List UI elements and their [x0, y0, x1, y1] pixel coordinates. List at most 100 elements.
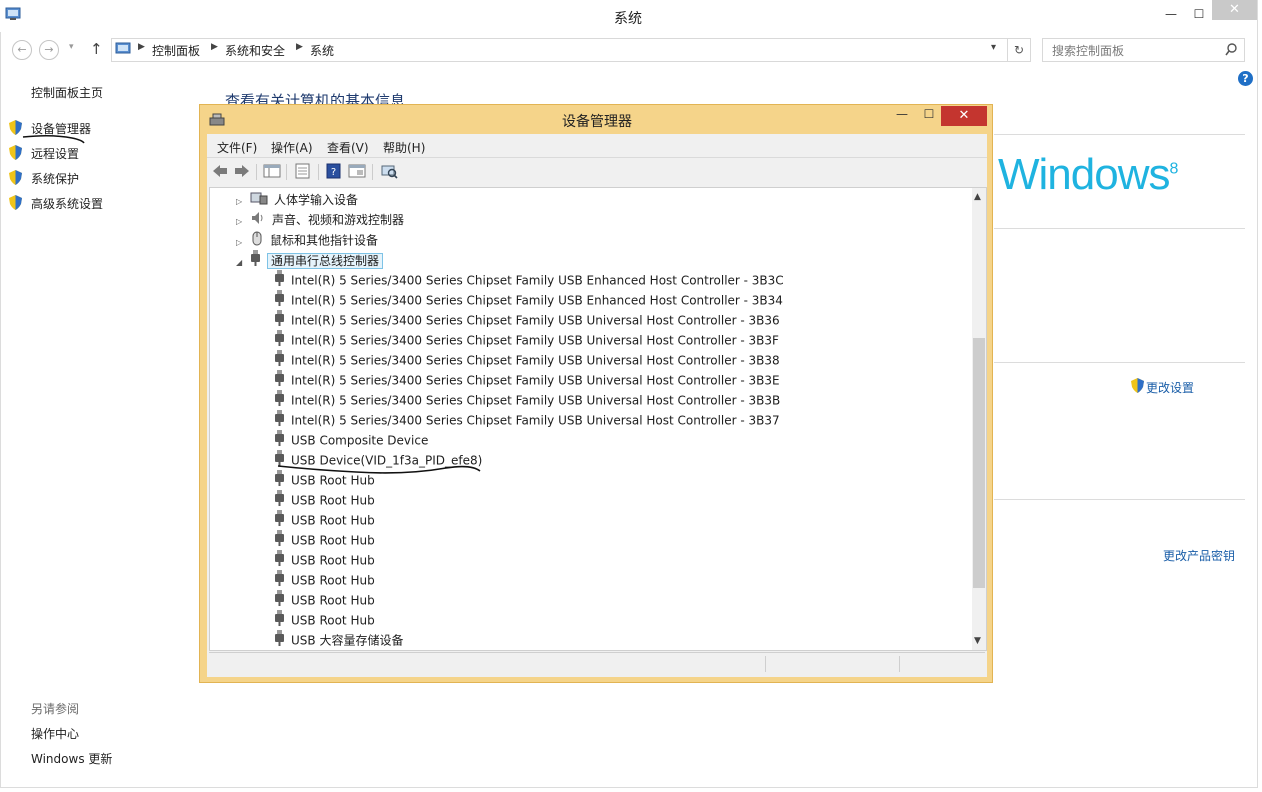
menu-file[interactable]: 文件(F)	[217, 139, 257, 156]
scrollbar-thumb[interactable]	[973, 338, 985, 588]
breadcrumb-control-panel[interactable]: 控制面板	[152, 42, 200, 59]
dm-minimize-button[interactable]: —	[890, 107, 914, 125]
vertical-scrollbar[interactable]: ▲ ▼	[972, 188, 986, 650]
device-label: USB Composite Device	[291, 433, 429, 448]
category-label: 通用串行总线控制器	[267, 252, 384, 269]
search-input[interactable]: 搜索控制面板	[1042, 38, 1245, 62]
device-tree[interactable]: ▲ ▼ ▷ 人体学输入设备 ▷ 声音、视频和游戏控制器 ▷ 鼠标和其他指针设备 ◢ 通用串行总…	[209, 187, 987, 651]
windows-update-link[interactable]: Windows 更新	[31, 750, 112, 767]
maximize-button[interactable]: ☐	[1185, 4, 1213, 24]
divider	[207, 157, 987, 158]
menu-help[interactable]: 帮助(H)	[383, 139, 425, 156]
device-label: USB Root Hub	[291, 573, 375, 588]
divider	[994, 362, 1245, 363]
up-button[interactable]: ↑	[90, 40, 103, 58]
address-bar[interactable]: ▶ 控制面板 ▶ 系统和安全 ▶ 系统 ▾	[111, 38, 1008, 62]
toolbar-separator	[286, 164, 287, 180]
back-arrow-icon[interactable]	[211, 163, 229, 179]
tree-device[interactable]: USB 大容量存储设备	[274, 630, 403, 650]
sidebar-item-remote-settings[interactable]: 远程设置	[31, 145, 79, 162]
show-hide-tree-icon[interactable]	[263, 163, 281, 179]
tree-category[interactable]: ▷ 人体学输入设备	[236, 190, 358, 210]
tree-device[interactable]: USB Root Hub	[274, 610, 375, 630]
close-button[interactable]: ✕	[1212, 0, 1257, 20]
toolbar-separator	[318, 164, 319, 180]
tree-device[interactable]: Intel(R) 5 Series/3400 Series Chipset Fa…	[274, 290, 783, 310]
toolbar-separator	[372, 164, 373, 180]
usb-device-icon	[274, 290, 285, 312]
menu-view[interactable]: 查看(V)	[327, 139, 369, 156]
category-label: 人体学输入设备	[274, 193, 359, 207]
windows-logo-version: 8	[1169, 160, 1179, 178]
category-label: 鼠标和其他指针设备	[270, 233, 379, 248]
title-bar[interactable]: 系统 — ☐ ✕	[0, 0, 1257, 32]
tree-device[interactable]: USB Root Hub	[274, 510, 375, 530]
device-label: Intel(R) 5 Series/3400 Series Chipset Fa…	[291, 333, 779, 348]
sidebar-item-system-protection[interactable]: 系统保护	[31, 170, 79, 187]
scroll-up-arrow[interactable]: ▲	[974, 192, 981, 202]
tree-device[interactable]: USB Root Hub	[274, 590, 375, 610]
search-icon[interactable]	[1225, 43, 1238, 56]
tree-device[interactable]: Intel(R) 5 Series/3400 Series Chipset Fa…	[274, 410, 780, 430]
device-label: USB Root Hub	[291, 553, 375, 568]
windows-8-logo: Windows8	[998, 150, 1179, 200]
help-icon[interactable]: ?	[1238, 71, 1253, 86]
sidebar-item-advanced-settings[interactable]: 高级系统设置	[31, 195, 103, 212]
scroll-down-arrow[interactable]: ▼	[974, 636, 981, 646]
tree-device[interactable]: USB Root Hub	[274, 570, 375, 590]
expand-arrow-icon[interactable]: ▷	[236, 212, 250, 232]
breadcrumb-system[interactable]: 系统	[310, 42, 334, 59]
dm-maximize-button[interactable]: ☐	[917, 107, 941, 125]
tree-device[interactable]: USB Root Hub	[274, 490, 375, 510]
usb-device-icon	[274, 630, 285, 650]
tree-device[interactable]: Intel(R) 5 Series/3400 Series Chipset Fa…	[274, 330, 779, 350]
usb-device-icon	[274, 370, 285, 392]
tree-device[interactable]: USB Composite Device	[274, 430, 428, 450]
usb-device-icon	[274, 410, 285, 432]
breadcrumb-system-security[interactable]: 系统和安全	[225, 42, 285, 59]
tree-device[interactable]: Intel(R) 5 Series/3400 Series Chipset Fa…	[274, 310, 780, 330]
tree-device[interactable]: Intel(R) 5 Series/3400 Series Chipset Fa…	[274, 390, 780, 410]
mouse-icon	[250, 230, 264, 252]
control-panel-icon	[115, 42, 131, 54]
forward-arrow-icon[interactable]	[233, 163, 251, 179]
view-icon[interactable]	[348, 163, 366, 179]
recent-pages-dropdown[interactable]: ▾	[69, 42, 74, 52]
expand-arrow-icon[interactable]: ▷	[236, 192, 250, 212]
usb-icon	[250, 250, 261, 272]
tree-device[interactable]: Intel(R) 5 Series/3400 Series Chipset Fa…	[274, 370, 780, 390]
change-settings-link[interactable]: 更改设置	[1146, 379, 1194, 396]
tree-device[interactable]: Intel(R) 5 Series/3400 Series Chipset Fa…	[274, 270, 784, 290]
control-panel-home-link[interactable]: 控制面板主页	[31, 84, 103, 101]
tree-device[interactable]: Intel(R) 5 Series/3400 Series Chipset Fa…	[274, 350, 780, 370]
usb-device-icon	[274, 430, 285, 452]
device-manager-window[interactable]: 设备管理器 — ☐ ✕ 文件(F) 操作(A) 查看(V) 帮助(H) ? ▲ …	[199, 104, 993, 683]
divider	[994, 499, 1245, 500]
address-dropdown[interactable]: ▾	[991, 42, 996, 53]
back-button[interactable]: ←	[12, 40, 32, 60]
device-label: USB Root Hub	[291, 613, 375, 628]
forward-button[interactable]: →	[39, 40, 59, 60]
action-center-link[interactable]: 操作中心	[31, 725, 79, 742]
refresh-button[interactable]: ↻	[1007, 38, 1031, 62]
minimize-button[interactable]: —	[1157, 4, 1185, 24]
change-product-key-link[interactable]: 更改产品密钥	[1163, 547, 1235, 564]
toolbar-separator	[256, 164, 257, 180]
menu-action[interactable]: 操作(A)	[271, 139, 313, 156]
device-label: USB Root Hub	[291, 593, 375, 608]
dm-close-button[interactable]: ✕	[941, 106, 987, 126]
device-label: Intel(R) 5 Series/3400 Series Chipset Fa…	[291, 313, 780, 328]
shield-icon	[9, 195, 22, 210]
scan-hardware-icon[interactable]	[380, 163, 398, 179]
tree-category-expanded[interactable]: ◢ 通用串行总线控制器	[236, 250, 384, 273]
collapse-arrow-icon[interactable]: ◢	[236, 253, 250, 273]
properties-icon[interactable]	[294, 163, 312, 179]
tree-device[interactable]: USB Root Hub	[274, 550, 375, 570]
tree-category[interactable]: ▷ 鼠标和其他指针设备	[236, 230, 378, 250]
tree-category[interactable]: ▷ 声音、视频和游戏控制器	[236, 210, 404, 230]
see-also-heading: 另请参阅	[31, 702, 80, 716]
tree-device[interactable]: USB Root Hub	[274, 530, 375, 550]
search-placeholder: 搜索控制面板	[1052, 44, 1125, 58]
usb-device-icon	[274, 350, 285, 372]
help-book-icon[interactable]: ?	[325, 163, 343, 179]
